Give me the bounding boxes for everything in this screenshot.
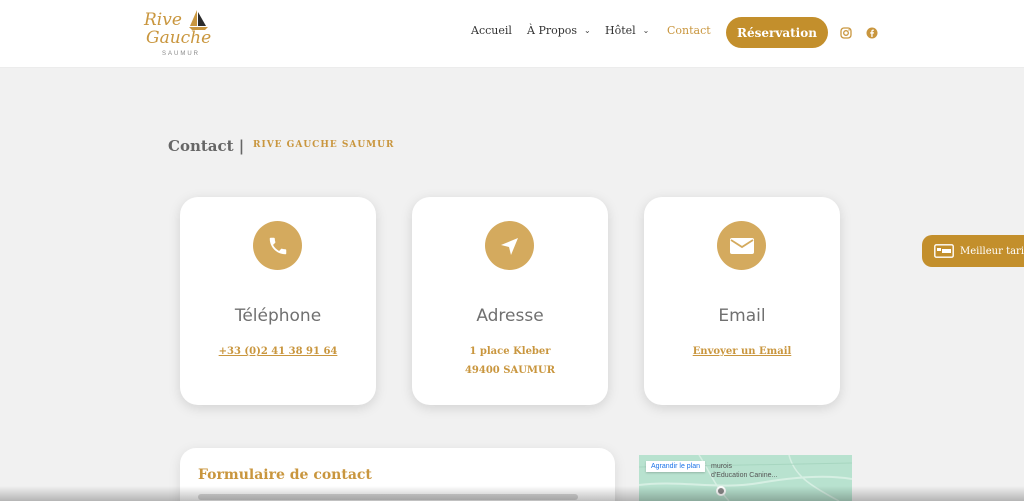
page-subtitle: RIVE GAUCHE SAUMUR [253, 140, 395, 150]
map-label-line1: murois [711, 463, 733, 470]
nav-label: Contact [667, 24, 711, 37]
address-line1: 1 place Kleber [469, 346, 551, 357]
location-arrow-icon [500, 237, 518, 255]
icon-circle [485, 221, 534, 270]
nav-label: À Propos [527, 24, 578, 37]
card-title: Téléphone [234, 306, 322, 326]
site-header: Rive Gauche SAUMUR Accueil À Propos ⌄ Hô… [0, 0, 1024, 68]
page-title: Contact | [168, 137, 245, 155]
facebook-icon[interactable] [866, 27, 878, 39]
phone-icon [269, 237, 286, 254]
card-email: Email Envoyer un Email [644, 197, 840, 405]
address-line2: 49400 SAUMUR [464, 365, 556, 376]
bottom-shadow [0, 486, 1024, 501]
email-link[interactable]: Envoyer un Email [644, 346, 840, 357]
instagram-icon[interactable] [840, 27, 852, 39]
icon-circle [717, 221, 766, 270]
nav-accueil[interactable]: Accueil [471, 24, 512, 37]
card-title: Adresse [476, 306, 544, 326]
nav-label: Accueil [471, 24, 512, 37]
nav-contact[interactable]: Contact [667, 24, 711, 37]
best-rate-label: Meilleur tarif [960, 245, 1024, 257]
bed-icon [934, 244, 954, 258]
card-telephone: Téléphone +33 (0)2 41 38 91 64 [180, 197, 376, 405]
nav-hotel[interactable]: Hôtel ⌄ [605, 24, 649, 37]
icon-circle [253, 221, 302, 270]
nav-label: Hôtel [605, 24, 636, 37]
best-rate-tab[interactable]: Meilleur tarif [922, 235, 1024, 267]
nav-a-propos[interactable]: À Propos ⌄ [527, 24, 591, 37]
enlarge-map-button[interactable]: Agrandir le plan [646, 461, 706, 472]
card-title: Email [718, 306, 766, 326]
logo-subtitle: SAUMUR [162, 51, 201, 57]
sailboat-icon [189, 10, 208, 30]
logo[interactable]: Rive Gauche SAUMUR [142, 8, 214, 60]
phone-link[interactable]: +33 (0)2 41 38 91 64 [180, 346, 376, 357]
form-title: Formulaire de contact [198, 467, 372, 483]
chevron-down-icon: ⌄ [584, 26, 591, 35]
logo-text-line1: Rive [144, 10, 182, 30]
reservation-button[interactable]: Réservation [726, 17, 828, 48]
map-label-line2: d'Education Canine... [711, 472, 778, 479]
envelope-icon [729, 237, 754, 254]
map-label: murois d'Education Canine... [711, 462, 777, 480]
chevron-down-icon: ⌄ [642, 26, 650, 35]
card-adresse: Adresse 1 place Kleber 49400 SAUMUR [412, 197, 608, 405]
